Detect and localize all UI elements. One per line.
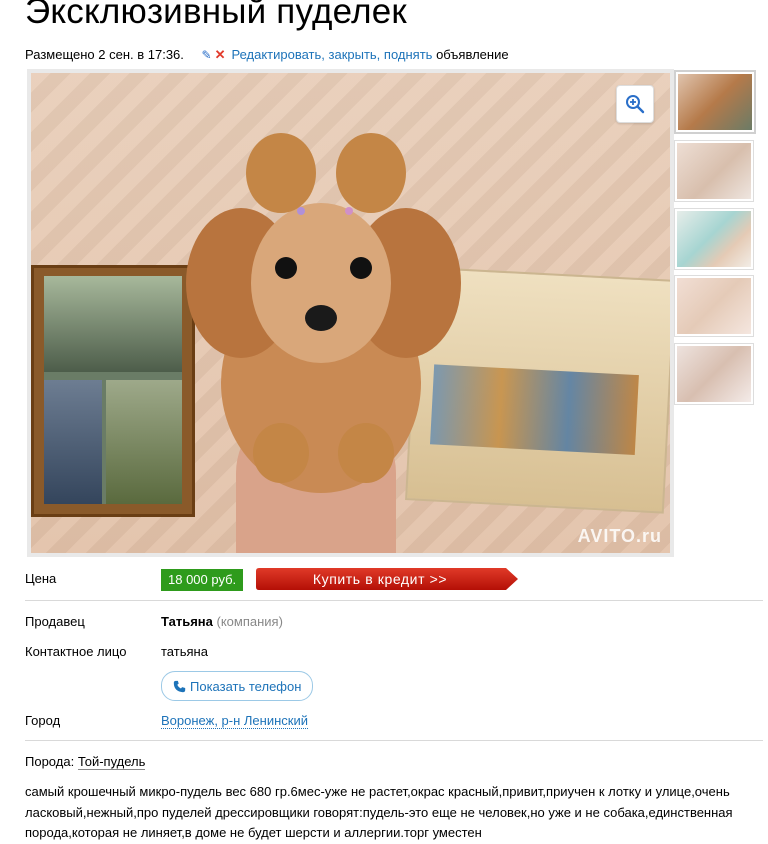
thumbnail-5[interactable] xyxy=(674,343,754,405)
buy-on-credit-button[interactable]: Купить в кредит >> xyxy=(256,568,518,590)
price-badge: 18 000 руб. xyxy=(161,569,244,591)
city-link[interactable]: Воронеж, р-н Ленинский xyxy=(161,713,308,729)
thumbnail-4[interactable] xyxy=(674,275,754,337)
edit-listing-link[interactable]: Редактировать, закрыть, поднять xyxy=(231,47,432,62)
pencil-icon[interactable]: ✎ xyxy=(202,48,212,62)
thumbnail-2[interactable] xyxy=(674,140,754,202)
zoom-button[interactable] xyxy=(616,85,654,123)
price-label: Цена xyxy=(25,571,57,586)
zoom-in-icon xyxy=(626,95,645,114)
thumbnail-3[interactable] xyxy=(674,208,754,270)
show-phone-label: Показать телефон xyxy=(190,678,302,694)
contact-value: татьяна xyxy=(161,644,208,659)
posted-date: Размещено 2 сен. в 17:36. xyxy=(25,47,184,62)
phone-icon xyxy=(173,680,186,692)
photo-gallery: AVITO.ru xyxy=(27,69,674,557)
breed-row: Порода: Той-пудель xyxy=(25,754,146,770)
show-phone-button[interactable]: Показать телефон xyxy=(161,671,314,701)
contact-label: Контактное лицо xyxy=(25,644,127,659)
seller-name: Татьяна xyxy=(161,614,213,629)
listing-description: самый крошечный микро-пудель вес 680 гр.… xyxy=(25,784,733,840)
breed-label: Порода: xyxy=(25,754,75,769)
edit-suffix-text: объявление xyxy=(436,47,509,62)
thumbnail-1[interactable] xyxy=(674,70,756,134)
posted-line: Размещено 2 сен. в 17:36. ✎ ✕ Редактироват… xyxy=(25,47,509,63)
breed-link[interactable]: Той-пудель xyxy=(77,754,146,770)
main-photo[interactable]: AVITO.ru xyxy=(31,73,670,553)
seller-type: (компания) xyxy=(216,614,283,629)
page-title: Эксклюзивный пуделек xyxy=(25,0,407,31)
credit-button-label: Купить в кредит >> xyxy=(312,571,448,587)
city-value[interactable]: Воронеж, р-н Ленинский xyxy=(161,713,308,729)
divider xyxy=(25,600,763,601)
seller-label: Продавец xyxy=(25,614,85,629)
avito-watermark: AVITO.ru xyxy=(577,526,662,546)
seller-value: Татьяна (компания) xyxy=(161,614,283,629)
divider xyxy=(25,740,763,741)
city-label: Город xyxy=(25,713,61,728)
close-icon[interactable]: ✕ xyxy=(215,47,226,62)
poodle-image xyxy=(186,133,461,493)
